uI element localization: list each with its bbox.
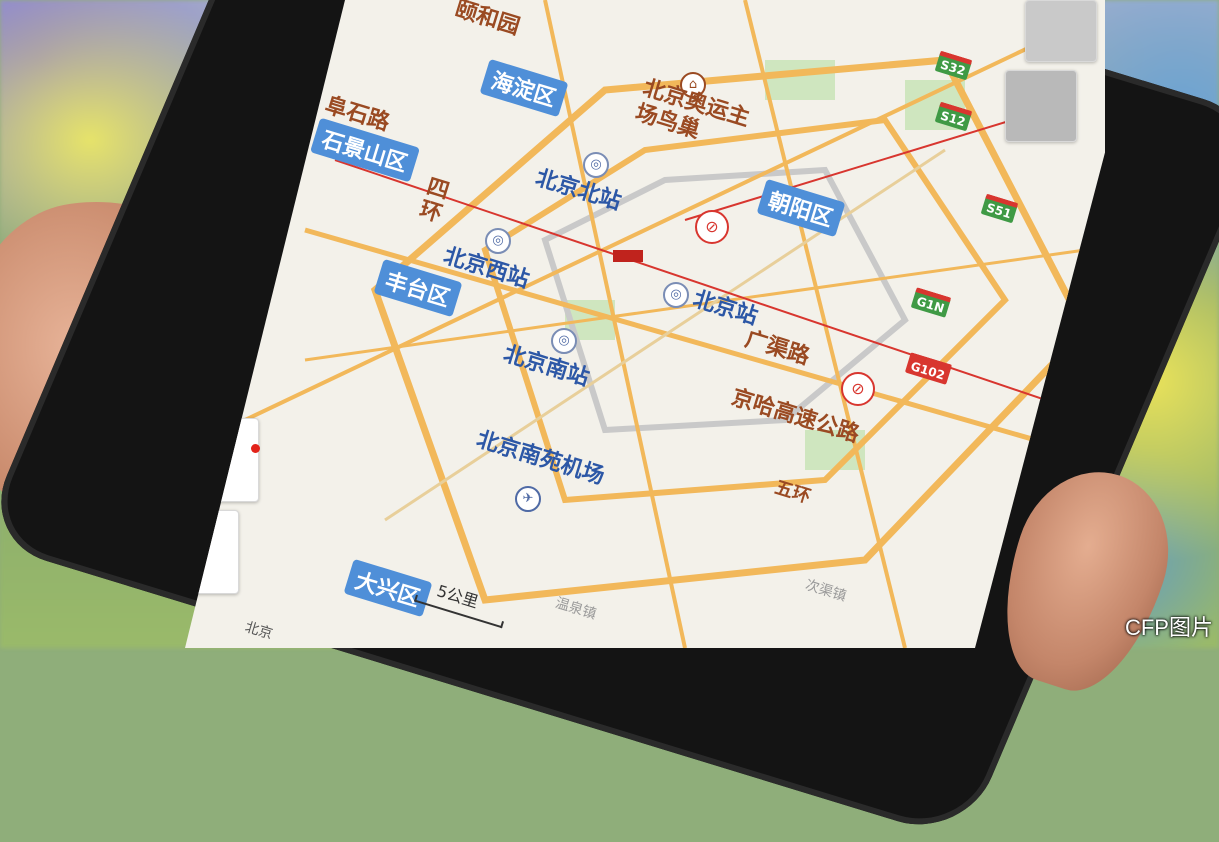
station-icon[interactable]: ◎ — [663, 282, 689, 308]
tiananmen-icon — [613, 250, 643, 262]
compass-button[interactable] — [1005, 70, 1077, 142]
layers-button[interactable] — [1025, 0, 1097, 62]
park-area — [765, 60, 835, 100]
notification-dot — [251, 444, 260, 453]
red-poi-icon[interactable]: ⊘ — [695, 210, 729, 244]
map-screen[interactable]: 海淀区 石景山区 丰台区 朝阳区 大兴区 ◎ 北京北站 ◎ 北京西站 ◎ 北京站… — [185, 0, 1105, 648]
red-poi-icon[interactable]: ⊘ — [841, 372, 875, 406]
watermark: CFP图片 — [1124, 615, 1213, 640]
airport-icon[interactable]: ✈ — [515, 486, 541, 512]
